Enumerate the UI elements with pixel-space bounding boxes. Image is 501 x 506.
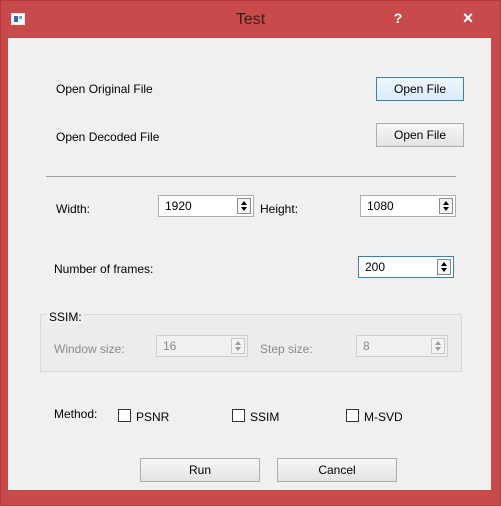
cancel-button[interactable]: Cancel [277,458,397,482]
arrow-down-icon [441,268,447,272]
arrow-up-icon [241,201,247,205]
method-label: Method: [54,407,98,421]
arrow-up-icon [443,201,449,205]
frames-value: 200 [365,260,386,274]
height-label: Height: [260,202,299,216]
window-size-spinbox[interactable]: 16 [156,335,248,357]
window-size-label: Window size: [54,342,125,356]
help-button[interactable]: ? [388,8,408,28]
msvd-checkbox[interactable] [346,409,359,422]
open-decoded-button[interactable]: Open File [376,123,464,147]
close-button[interactable]: × [444,4,492,32]
window-size-spinner-arrows[interactable] [231,338,245,354]
run-button[interactable]: Run [140,458,260,482]
arrow-down-icon [443,207,449,211]
width-spinbox[interactable]: 1920 [158,195,254,217]
width-value: 1920 [165,199,192,213]
step-size-spinbox[interactable]: 8 [356,335,448,357]
psnr-label: PSNR [136,410,170,424]
separator [46,176,456,177]
height-spinbox[interactable]: 1080 [360,195,456,217]
width-label: Width: [56,202,91,216]
frames-label: Number of frames: [54,262,154,276]
step-size-spinner-arrows[interactable] [431,338,445,354]
arrow-up-icon [435,341,441,345]
arrow-up-icon [441,262,447,266]
step-size-value: 8 [363,339,370,353]
open-decoded-label: Open Decoded File [56,130,160,144]
open-original-button[interactable]: Open File [376,77,464,101]
arrow-down-icon [241,207,247,211]
ssim-checkbox[interactable] [232,409,245,422]
arrow-down-icon [435,347,441,351]
frames-spinner-arrows[interactable] [437,259,451,275]
psnr-checkbox[interactable] [118,409,131,422]
title-bar[interactable]: Test ? × [1,1,500,39]
arrow-down-icon [235,347,241,351]
arrow-up-icon [235,341,241,345]
window-title: Test [235,11,266,28]
height-value: 1080 [367,199,394,213]
height-spinner-arrows[interactable] [439,198,453,214]
width-spinner-arrows[interactable] [237,198,251,214]
open-original-label: Open Original File [56,82,153,96]
ssim-group-title: SSIM: [47,310,84,324]
frames-spinbox[interactable]: 200 [358,256,454,278]
step-size-label: Step size: [260,342,313,356]
window-size-value: 16 [163,339,177,353]
msvd-label: M-SVD [364,410,403,424]
ssim-option-label: SSIM [250,410,280,424]
